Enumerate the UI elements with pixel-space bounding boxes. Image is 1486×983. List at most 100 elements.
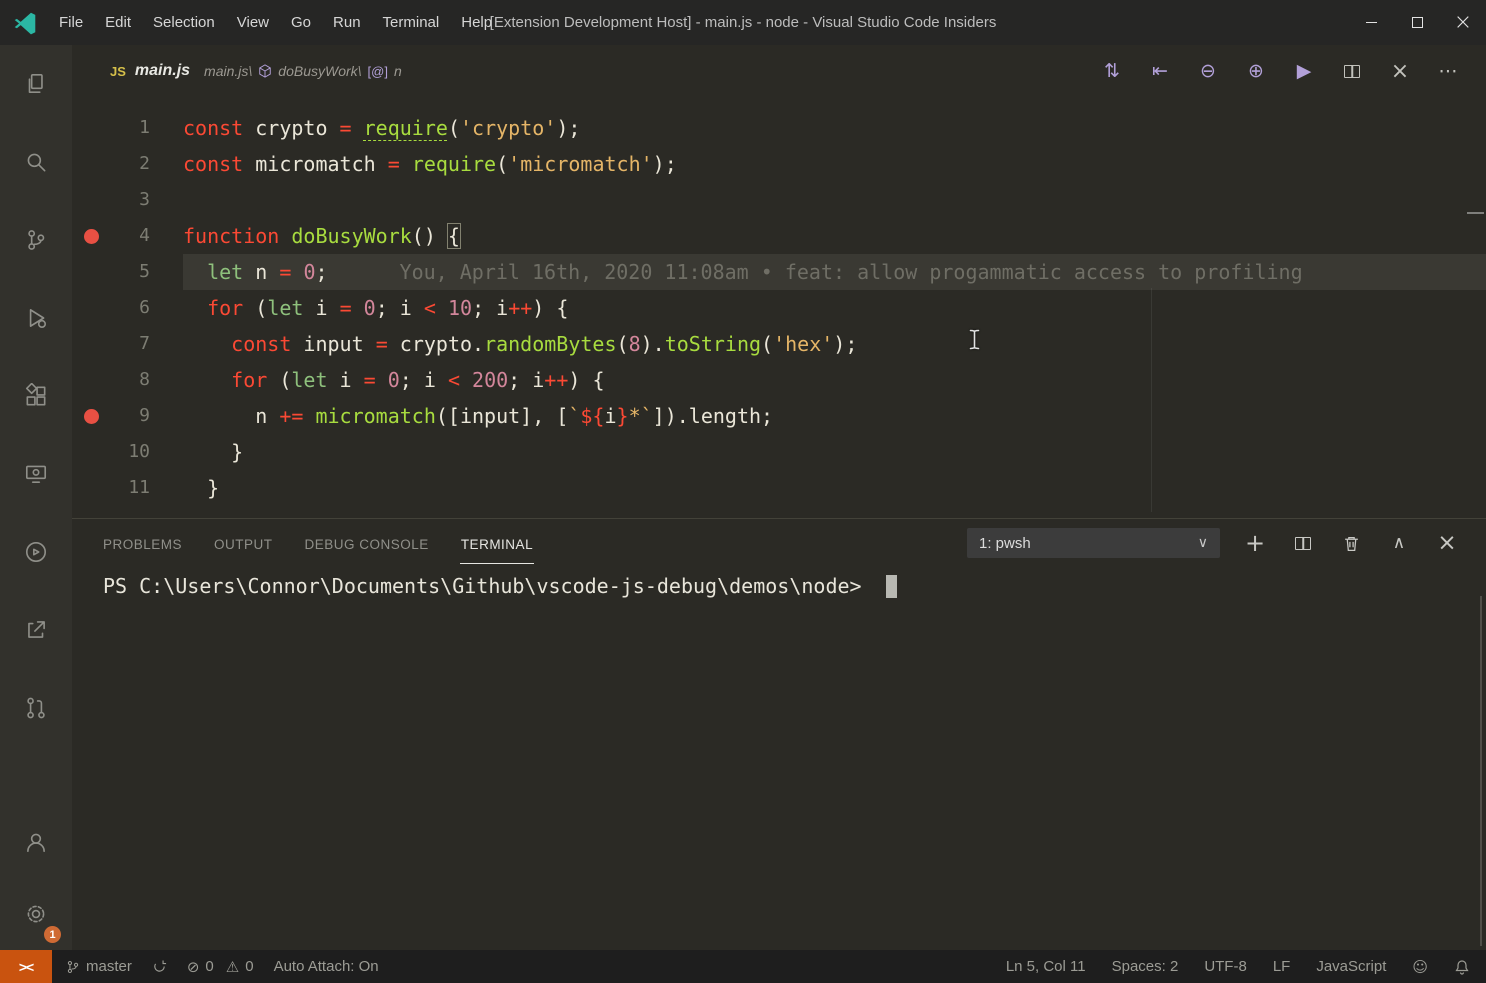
gutter[interactable]: 11	[72, 470, 183, 506]
code-line-11[interactable]: 11 }	[72, 470, 1486, 506]
code-text[interactable]	[183, 182, 1486, 218]
terminal-scrollbar[interactable]	[1480, 596, 1482, 946]
code-text[interactable]: const input = crypto.randomBytes(8).toSt…	[183, 326, 1486, 362]
indentation-status[interactable]: Spaces: 2	[1112, 958, 1179, 975]
code-text[interactable]: let n = 0;You, April 16th, 2020 11:08am …	[183, 254, 1486, 290]
activity-settings-button[interactable]: 1	[0, 878, 72, 950]
step-over-icon[interactable]: ⊖	[1184, 47, 1232, 95]
terminal-line: PS C:\Users\Connor\Documents\Github\vsco…	[103, 571, 1486, 601]
maximize-button[interactable]	[1394, 0, 1440, 45]
gutter[interactable]: 7	[72, 326, 183, 362]
cursor-position-status[interactable]: Ln 5, Col 11	[1006, 958, 1086, 975]
code-line-7[interactable]: 7 const input = crypto.randomBytes(8).to…	[72, 326, 1486, 362]
gutter[interactable]: 2	[72, 146, 183, 182]
editor-ruler	[1151, 288, 1152, 512]
gutter[interactable]: 8	[72, 362, 183, 398]
code-text[interactable]: for (let i = 0; i < 200; i++) {	[183, 362, 1486, 398]
code-text[interactable]: }	[183, 470, 1486, 506]
activity-remote-explorer-button[interactable]	[0, 435, 72, 513]
branch-status[interactable]: master	[66, 958, 132, 975]
gutter[interactable]: 10	[72, 434, 183, 470]
menu-view[interactable]: View	[226, 9, 280, 36]
code-line-4[interactable]: 4function doBusyWork() {	[72, 218, 1486, 254]
maximize-panel-button[interactable]: ∧	[1375, 519, 1423, 567]
activity-run-debug-button[interactable]	[0, 279, 72, 357]
gutter[interactable]: 4	[72, 218, 183, 254]
panel-tab-problems[interactable]: PROBLEMS	[102, 522, 183, 564]
editor-tab-filename[interactable]: main.js	[135, 62, 190, 80]
menu-go[interactable]: Go	[280, 9, 322, 36]
gutter[interactable]: 6	[72, 290, 183, 326]
code-text[interactable]: n += micromatch([input], [`${i}*`]).leng…	[183, 398, 1486, 434]
breadcrumb: main.js\ doBusyWork\ [@] n	[204, 63, 402, 79]
branch-name: master	[86, 958, 132, 975]
activity-extensions-button[interactable]	[0, 357, 72, 435]
panel-tab-debug-console[interactable]: DEBUG CONSOLE	[304, 522, 430, 564]
language-status[interactable]: JavaScript	[1316, 958, 1386, 975]
activity-account-button[interactable]	[0, 806, 72, 878]
feedback-smiley-icon[interactable]: ☺	[1412, 958, 1428, 976]
terminal-shell-label: 1: pwsh	[979, 535, 1031, 552]
kill-terminal-button[interactable]	[1327, 519, 1375, 567]
activity-live-share-button[interactable]	[0, 591, 72, 669]
code-text[interactable]: }	[183, 434, 1486, 470]
close-window-button[interactable]: ×	[1440, 0, 1486, 45]
split-editor-icon[interactable]	[1328, 47, 1376, 95]
encoding-status[interactable]: UTF-8	[1204, 958, 1247, 975]
menu-run[interactable]: Run	[322, 9, 372, 36]
notifications-button[interactable]	[1454, 959, 1470, 975]
breakpoint-dot[interactable]	[72, 229, 110, 244]
continue-icon[interactable]: ▶	[1280, 47, 1328, 95]
code-line-8[interactable]: 8 for (let i = 0; i < 200; i++) {	[72, 362, 1486, 398]
panel-tab-output[interactable]: OUTPUT	[213, 522, 274, 564]
terminal[interactable]: PS C:\Users\Connor\Documents\Github\vsco…	[72, 567, 1486, 950]
activity-search-button[interactable]	[0, 123, 72, 201]
breadcrumb-file[interactable]: main.js\	[204, 63, 252, 79]
activity-pull-requests-button[interactable]	[0, 669, 72, 747]
minimize-button[interactable]	[1348, 0, 1394, 45]
new-terminal-button[interactable]: +	[1231, 519, 1279, 567]
code-editor[interactable]: 1const crypto = require('crypto');2const…	[72, 97, 1486, 518]
code-line-5[interactable]: 5 let n = 0;You, April 16th, 2020 11:08a…	[72, 254, 1486, 290]
gutter[interactable]: 1	[72, 110, 183, 146]
menu-edit[interactable]: Edit	[94, 9, 142, 36]
close-editor-icon[interactable]: ×	[1376, 47, 1424, 95]
gutter[interactable]: 5	[72, 254, 183, 290]
eol-status[interactable]: LF	[1273, 958, 1291, 975]
auto-attach-status[interactable]: Auto Attach: On	[274, 958, 379, 975]
code-line-2[interactable]: 2const micromatch = require('micromatch'…	[72, 146, 1486, 182]
breadcrumb-variable[interactable]: n	[394, 63, 402, 79]
sync-status[interactable]	[152, 959, 167, 974]
open-changes-icon[interactable]: ⇅	[1088, 47, 1136, 95]
code-text[interactable]: const micromatch = require('micromatch')…	[183, 146, 1486, 182]
code-line-9[interactable]: 9 n += micromatch([input], [`${i}*`]).le…	[72, 398, 1486, 434]
code-text[interactable]: const crypto = require('crypto');	[183, 110, 1486, 146]
remote-indicator[interactable]: ><	[0, 950, 52, 983]
symbol-variable-icon: [@]	[368, 64, 388, 79]
code-text[interactable]: for (let i = 0; i < 10; i++) {	[183, 290, 1486, 326]
gutter[interactable]: 9	[72, 398, 183, 434]
terminal-shell-dropdown[interactable]: 1: pwsh ∨	[967, 528, 1220, 558]
step-back-icon[interactable]: ⇤	[1136, 47, 1184, 95]
gutter[interactable]: 3	[72, 182, 183, 218]
menu-file[interactable]: File	[48, 9, 94, 36]
breakpoint-dot[interactable]	[72, 409, 110, 424]
code-line-10[interactable]: 10 }	[72, 434, 1486, 470]
menu-terminal[interactable]: Terminal	[372, 9, 451, 36]
code-line-6[interactable]: 6 for (let i = 0; i < 10; i++) {	[72, 290, 1486, 326]
code-line-1[interactable]: 1const crypto = require('crypto');	[72, 110, 1486, 146]
activity-source-control-button[interactable]	[0, 201, 72, 279]
code-text[interactable]: function doBusyWork() {	[183, 218, 1486, 254]
panel-tab-terminal[interactable]: TERMINAL	[460, 522, 534, 564]
step-out-icon[interactable]: ⊕	[1232, 47, 1280, 95]
menu-selection[interactable]: Selection	[142, 9, 226, 36]
code-line-3[interactable]: 3	[72, 182, 1486, 218]
problems-status[interactable]: ⊘ 0 ⚠ 0	[187, 958, 254, 976]
breadcrumb-function[interactable]: doBusyWork\	[278, 63, 361, 79]
activity-explorer-button[interactable]	[0, 45, 72, 123]
extensions-icon	[23, 383, 49, 409]
split-terminal-button[interactable]	[1279, 519, 1327, 567]
activity-profiler-button[interactable]	[0, 513, 72, 591]
close-panel-button[interactable]: ×	[1423, 519, 1471, 567]
more-actions-icon[interactable]: ⋯	[1424, 47, 1472, 95]
